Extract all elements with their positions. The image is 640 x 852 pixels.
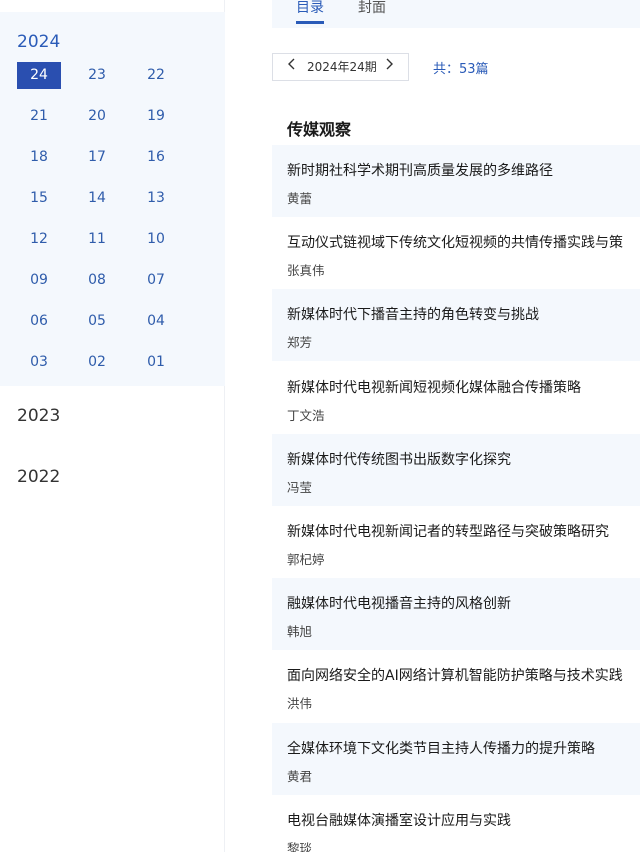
article-item[interactable]: 新媒体时代电视新闻短视频化媒体融合传播策略 丁文浩 xyxy=(272,362,640,434)
section-title: 传媒观察 xyxy=(287,120,352,139)
issue-13[interactable]: 13 xyxy=(134,185,178,212)
chevron-left-icon[interactable] xyxy=(282,54,302,80)
issue-19[interactable]: 19 xyxy=(134,103,178,130)
article-author[interactable]: 黄君 xyxy=(287,766,312,785)
article-author[interactable]: 郭杞婷 xyxy=(287,549,325,568)
article-item[interactable]: 面向网络安全的AI网络计算机智能防护策略与技术实践 洪伟 xyxy=(272,650,640,722)
article-title[interactable]: 新媒体时代电视新闻记者的转型路径与突破策略研究 xyxy=(287,521,609,541)
article-author[interactable]: 洪伟 xyxy=(287,693,312,712)
issue-pager: 2024年24期 xyxy=(272,53,409,81)
issue-06[interactable]: 06 xyxy=(17,308,61,335)
year-issue-sidebar: 2024 24 23 22 21 20 19 18 17 16 15 14 13 12 11 10 09 08 0… xyxy=(0,0,225,852)
article-item[interactable]: 全媒体环境下文化类节目主持人传播力的提升策略 黄君 xyxy=(272,723,640,795)
article-item[interactable]: 新媒体时代下播音主持的角色转变与挑战 郑芳 xyxy=(272,289,640,361)
article-title[interactable]: 互动仪式链视域下传统文化短视频的共情传播实践与策 xyxy=(287,232,623,252)
article-author[interactable]: 黄蕾 xyxy=(287,188,312,207)
issue-16[interactable]: 16 xyxy=(134,144,178,171)
issue-02[interactable]: 02 xyxy=(75,349,119,376)
article-title[interactable]: 融媒体时代电视播音主持的风格创新 xyxy=(287,593,511,613)
article-total-count: 共：53篇 xyxy=(433,62,489,77)
issue-18[interactable]: 18 xyxy=(17,144,61,171)
issue-14[interactable]: 14 xyxy=(75,185,119,212)
year-2022[interactable]: 2022 xyxy=(17,467,60,487)
article-title[interactable]: 新媒体时代下播音主持的角色转变与挑战 xyxy=(287,304,539,324)
issue-23[interactable]: 23 xyxy=(75,62,119,89)
issue-12[interactable]: 12 xyxy=(17,226,61,253)
issue-04[interactable]: 04 xyxy=(134,308,178,335)
issue-09[interactable]: 09 xyxy=(17,267,61,294)
article-author[interactable]: 张真伟 xyxy=(287,260,325,279)
article-author[interactable]: 冯莹 xyxy=(287,477,312,496)
tab-contents[interactable]: 目录 xyxy=(296,0,324,16)
article-author[interactable]: 韩旭 xyxy=(287,621,312,640)
article-author[interactable]: 黎琰 xyxy=(287,838,312,852)
issue-15[interactable]: 15 xyxy=(17,185,61,212)
chevron-right-icon[interactable] xyxy=(379,54,399,80)
article-item[interactable]: 电视台融媒体演播室设计应用与实践黎琰 xyxy=(272,795,640,852)
article-item[interactable]: 融媒体时代电视播音主持的风格创新 韩旭 xyxy=(272,578,640,650)
article-item[interactable]: 新时期社科学术期刊高质量发展的多维路径 黄蕾 xyxy=(272,145,640,217)
year-2023[interactable]: 2023 xyxy=(17,406,60,426)
article-title[interactable]: 全媒体环境下文化类节目主持人传播力的提升策略 xyxy=(287,738,595,758)
article-author[interactable]: 丁文浩 xyxy=(287,405,325,424)
article-title[interactable]: 新媒体时代传统图书出版数字化探究 xyxy=(287,449,511,469)
issue-03[interactable]: 03 xyxy=(17,349,61,376)
article-author[interactable]: 郑芳 xyxy=(287,332,312,351)
article-title[interactable]: 新时期社科学术期刊高质量发展的多维路径 xyxy=(287,160,553,180)
issue-10[interactable]: 10 xyxy=(134,226,178,253)
tab-cover[interactable]: 封面 xyxy=(358,0,386,16)
article-item[interactable]: 新媒体时代传统图书出版数字化探究 冯莹 xyxy=(272,434,640,506)
issue-24[interactable]: 24 xyxy=(17,62,61,89)
issue-07[interactable]: 07 xyxy=(134,267,178,294)
tab-bar: 目录 封面 xyxy=(272,0,640,28)
issue-pager-label: 2024年24期 xyxy=(307,60,377,74)
main-content: 目录 封面 2024年24期 共：53篇 传媒观察 新时期社科学术期刊高质量发展… xyxy=(225,0,640,852)
issue-08[interactable]: 08 xyxy=(75,267,119,294)
issue-05[interactable]: 05 xyxy=(75,308,119,335)
issue-20[interactable]: 20 xyxy=(75,103,119,130)
year-2024[interactable]: 2024 xyxy=(17,32,60,52)
article-item[interactable]: 互动仪式链视域下传统文化短视频的共情传播实践与策 张真伟 xyxy=(272,217,640,289)
article-title[interactable]: 电视台融媒体演播室设计应用与实践 xyxy=(287,810,511,830)
issue-21[interactable]: 21 xyxy=(17,103,61,130)
issue-01[interactable]: 01 xyxy=(134,349,178,376)
journal-archive-page: 2024 24 23 22 21 20 19 18 17 16 15 14 13 12 11 10 09 08 0… xyxy=(0,0,640,852)
issue-22[interactable]: 22 xyxy=(134,62,178,89)
article-item[interactable]: 新媒体时代电视新闻记者的转型路径与突破策略研究 郭杞婷 xyxy=(272,506,640,578)
article-title[interactable]: 面向网络安全的AI网络计算机智能防护策略与技术实践 xyxy=(287,665,623,685)
tab-active-indicator xyxy=(296,21,324,24)
issue-17[interactable]: 17 xyxy=(75,144,119,171)
article-title[interactable]: 新媒体时代电视新闻短视频化媒体融合传播策略 xyxy=(287,377,581,397)
issue-11[interactable]: 11 xyxy=(75,226,119,253)
